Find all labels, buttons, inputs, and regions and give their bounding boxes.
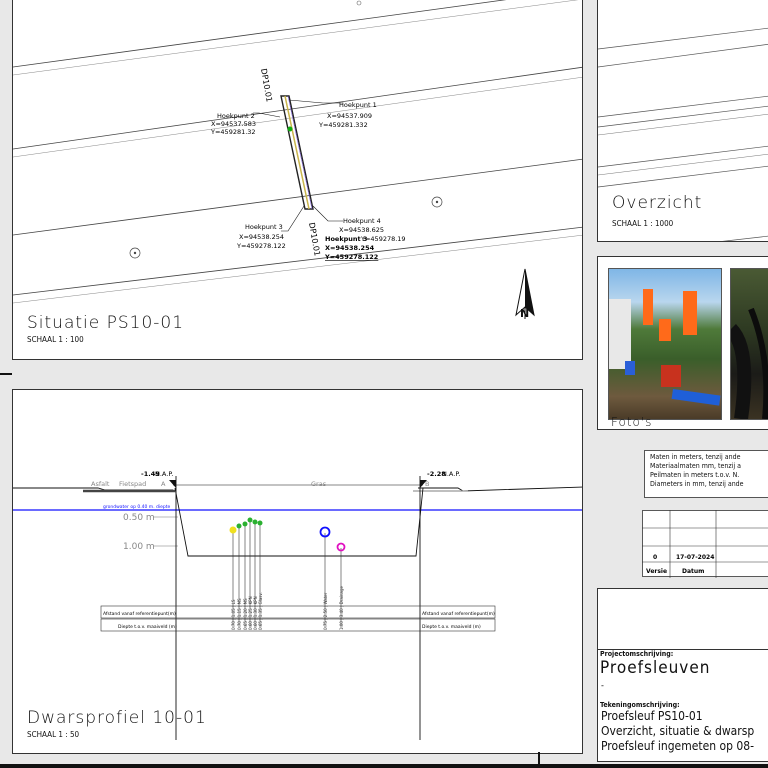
overlap-x: X=94538.254 [325,244,375,252]
row-afstand-right: Afstand vanaf referentiepunt(m) [422,611,495,617]
note-4: Diameters in mm, tenzij ande [650,480,744,488]
dwarsprofiel-panel: -1.49 N.A.P. -2.28 N.A.P. Asfalt Fietspa… [12,389,583,754]
tekening-line-2: Overzicht, situatie & dwarsp [601,724,755,738]
photo-1 [608,268,722,420]
fotos-title: Foto's [611,415,653,429]
tekening-line-3: Proefsleuf ingemeten op 08- [601,739,755,753]
rev-datum-value: 17-07-2024 [676,554,714,561]
frame-mark-left [0,373,12,375]
dwarsprofiel-scale: SCHAAL 1 : 50 [27,730,80,739]
overzicht-title: Overzicht [612,193,703,213]
row-afstand-left: Afstand vanaf referentiepunt(m) [103,611,176,617]
hoekpunt3-x: X=94538.254 [239,233,284,241]
cable-label-2: 0.70 | 1.15 | MS [237,598,242,630]
rev-versie-value: 0 [653,554,657,561]
hoekpunt4-x: X=94538.625 [339,226,384,234]
rev-versie-header: Versie [646,568,667,575]
pipe-label-1: 0.75 | 2.50 | Water [323,592,328,630]
hoekpunt4-y: Y=459278.19 [360,235,406,243]
hoekpunt1-label: Hoekpunt 1 [339,101,377,109]
grondwater-label: grondwater op 0.40 m. diepte [103,504,171,510]
dwarsprofiel-drawing: -1.49 N.A.P. -2.28 N.A.P. Asfalt Fietspa… [13,470,582,740]
fietspad-label: Fietspad [119,480,146,488]
depth2-label: 1.00 m [123,542,155,552]
notes-box: Maten in meters, tenzij ande Materiaalma… [644,450,768,498]
hoekpunt3-y: Y=459278.122 [236,242,286,250]
frame-bottom [0,764,768,768]
tekening-label: Tekeningomschrijving: [600,701,680,709]
frame-mark-bottom [538,752,540,766]
project-label: Projectomschrijving: [600,650,674,658]
pipe-label-2: 1.00 | 3.40 | Drainage [339,586,344,630]
cable-label-6: 0.65 | 1.35 | Glasv. [258,592,263,630]
asfalt-label: Asfalt [91,480,110,488]
overzicht-panel: Overzicht SCHAAL 1 : 1000 [597,0,768,242]
gras-label: Gras [311,480,327,488]
hoekpunt1-x: X=94537.909 [327,112,372,120]
note-1: Maten in meters, tenzij ande [650,453,741,461]
hoekpunt2-x: X=94537.583 [211,120,256,128]
level-b-nap: N.A.P. [442,470,460,478]
row-diepte-left: Diepte t.o.v. maaiveld (m) [118,624,177,630]
hoekpunt1-y: Y=459281.332 [318,121,368,129]
dp-bottom-label: DP10.01 [307,222,322,257]
titleblock-panel: Projectomschrijving: Proefsleuven - Teke… [597,588,768,762]
point-a-label: A [161,480,166,488]
overlap-y: Y=459278.122 [324,253,378,261]
situatie-title: Situatie PS10-01 [27,313,185,333]
hoekpunt4-label: Hoekpunt 4 [343,217,381,225]
overzicht-scale: SCHAAL 1 : 1000 [612,219,674,228]
revision-table: 0 17-07-2024 Versie Datum [642,510,768,578]
project-dash: - [601,681,604,691]
depth1-label: 0.50 m [123,513,155,523]
dp-top-label: DP10.01 [259,68,274,103]
situatie-panel: N DP10.01 DP10.01 Hoekpunt 2 X=94537.583… [12,0,583,360]
svg-text:N: N [520,307,529,320]
north-arrow-icon: N [515,268,535,320]
note-2: Materiaalmaten mm, tenzij a [650,462,742,470]
point-b-label: B [425,480,429,488]
photo-2 [730,268,768,420]
row-diepte-right: Diepte t.o.v. maaiveld (m) [422,624,481,630]
tekening-line-1: Proefsleuf PS10-01 [601,709,703,723]
situatie-drawing: N DP10.01 DP10.01 Hoekpunt 2 X=94537.583… [13,0,582,320]
level-a-nap: N.A.P. [155,470,173,478]
project-name: Proefsleuven [600,658,711,678]
fotos-panel: Foto's [597,256,768,430]
hoekpunt2-y: Y=459281.32 [210,128,256,136]
hoekpunt3-label: Hoekpunt 3 [245,223,283,231]
rev-datum-header: Datum [682,568,704,575]
note-3: Peilmaten in meters t.o.v. N. [650,471,740,479]
situatie-scale: SCHAAL 1 : 100 [27,335,84,344]
dwarsprofiel-title: Dwarsprofiel 10-01 [27,708,207,728]
cable-label-1: 0.70 | 1.05 | LS [231,599,236,630]
hoekpunt2-label: Hoekpunt 2 [217,112,255,120]
